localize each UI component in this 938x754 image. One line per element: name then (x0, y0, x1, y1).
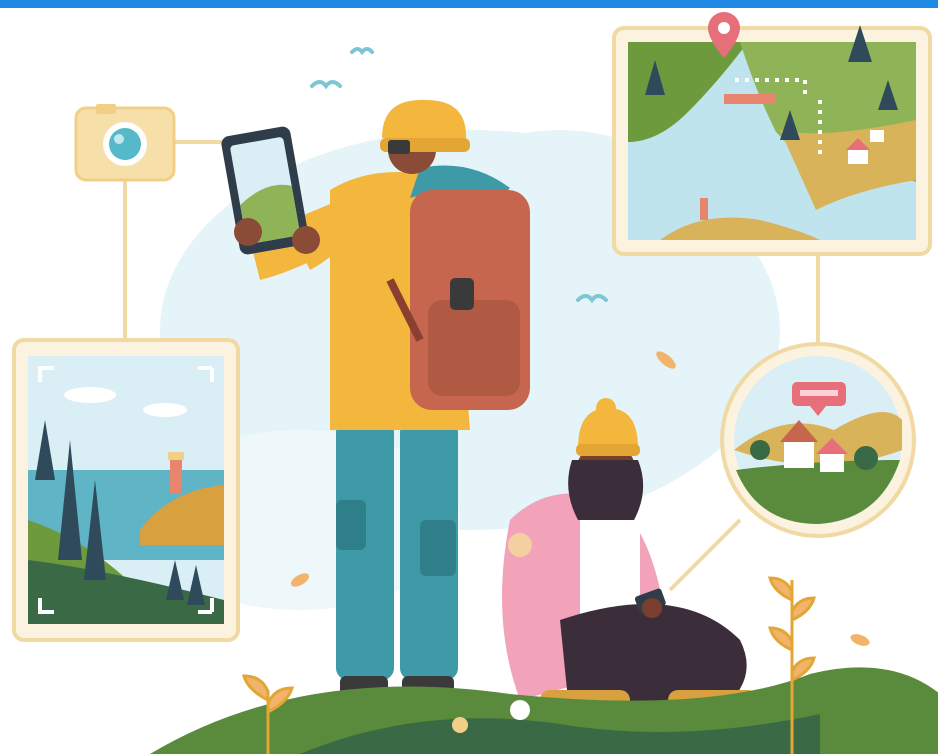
map-card (612, 25, 932, 256)
illustration-scene (0, 0, 938, 754)
top-bar (0, 0, 938, 8)
camera-icon (74, 104, 176, 182)
illustration-canvas (0, 0, 938, 754)
photo-frame-coast (12, 338, 240, 642)
circle-view-village (720, 342, 916, 538)
